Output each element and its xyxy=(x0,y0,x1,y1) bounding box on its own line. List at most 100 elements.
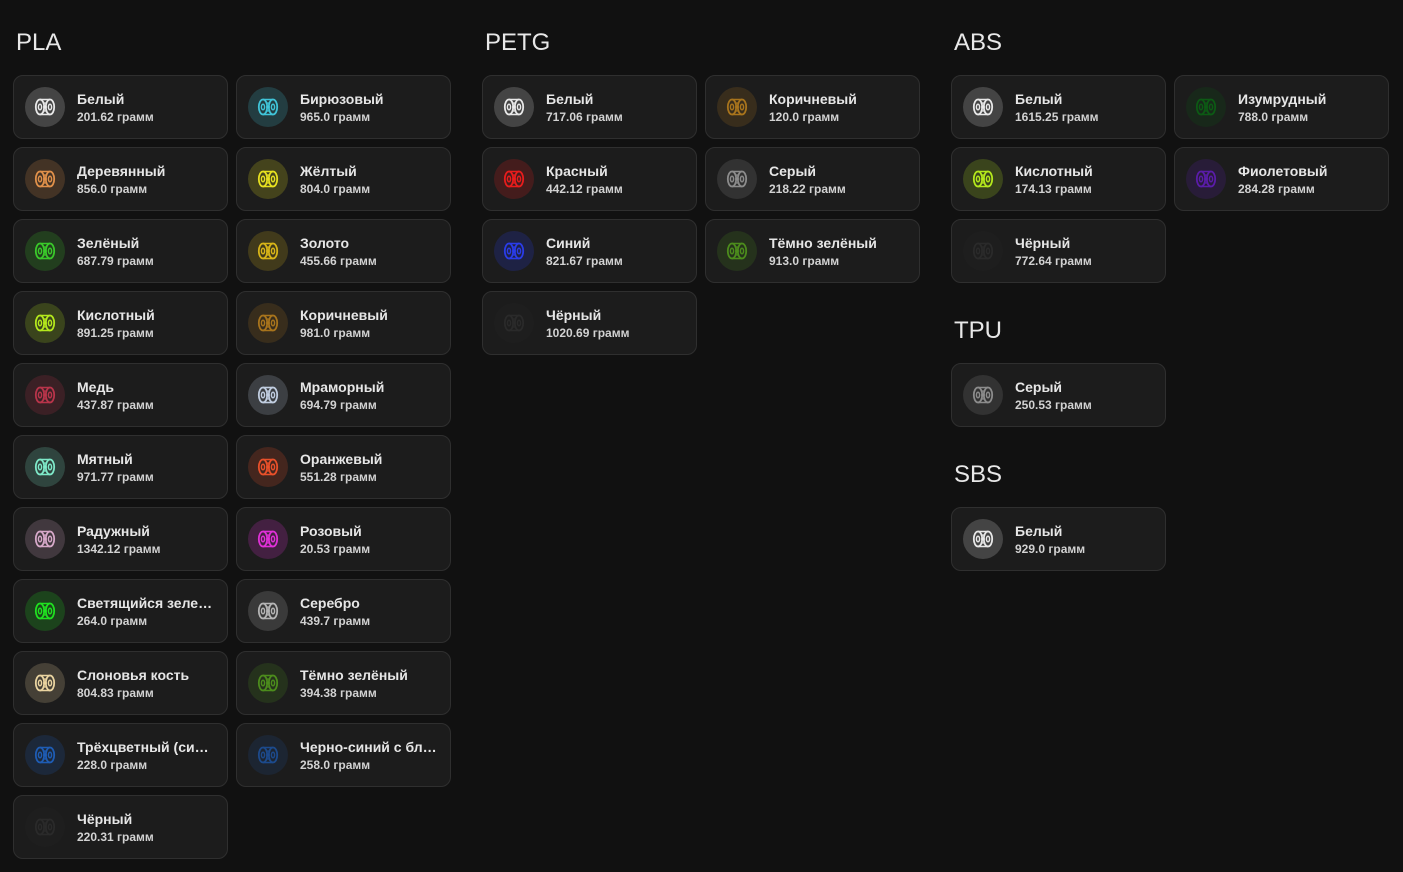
filament-card[interactable]: Чёрный 220.31 грамм xyxy=(13,795,228,859)
filament-card[interactable]: Белый 1615.25 грамм xyxy=(951,75,1166,139)
filament-card[interactable]: Коричневый 120.0 грамм xyxy=(705,75,920,139)
filament-name: Синий xyxy=(546,234,591,251)
filament-weight: 442.12 грамм xyxy=(546,181,623,196)
filament-card[interactable]: Тёмно зелёный 394.38 грамм xyxy=(236,651,451,715)
filament-spool-icon xyxy=(25,519,65,559)
filament-info: Изумрудный 788.0 грамм xyxy=(1238,90,1388,125)
filament-name: Кислотный xyxy=(77,306,155,323)
section-title-sbs: SBS xyxy=(954,461,1003,488)
section-title-petg: PETG xyxy=(485,29,551,56)
filament-card[interactable]: Синий 821.67 грамм xyxy=(482,219,697,283)
filament-info: Серый 218.22 грамм xyxy=(769,162,919,197)
filament-card[interactable]: Трёхцветный (синий) 228.0 грамм xyxy=(13,723,228,787)
filament-name: Жёлтый xyxy=(300,162,357,179)
filament-name: Красный xyxy=(546,162,608,179)
filament-card[interactable]: Белый 201.62 грамм xyxy=(13,75,228,139)
filament-card[interactable]: Зелёный 687.79 грамм xyxy=(13,219,228,283)
filament-card[interactable]: Кислотный 174.13 грамм xyxy=(951,147,1166,211)
filament-weight: 250.53 грамм xyxy=(1015,397,1092,412)
filament-name: Светящийся зеленый xyxy=(77,594,217,611)
filament-name: Деревянный xyxy=(77,162,166,179)
filament-card[interactable]: Мятный 971.77 грамм xyxy=(13,435,228,499)
filament-card[interactable]: Серый 218.22 грамм xyxy=(705,147,920,211)
filament-info: Радужный 1342.12 грамм xyxy=(77,522,227,557)
filament-card[interactable]: Красный 442.12 грамм xyxy=(482,147,697,211)
filament-spool-icon xyxy=(494,87,534,127)
filament-name: Бирюзовый xyxy=(300,90,384,107)
filament-card[interactable]: Слоновья кость 804.83 грамм xyxy=(13,651,228,715)
filament-name: Медь xyxy=(77,378,114,395)
filament-card[interactable]: Кислотный 891.25 грамм xyxy=(13,291,228,355)
filament-name: Белый xyxy=(546,90,594,107)
filament-card[interactable]: Коричневый 981.0 грамм xyxy=(236,291,451,355)
filament-info: Трёхцветный (синий) 228.0 грамм xyxy=(77,738,227,773)
filament-weight: 717.06 грамм xyxy=(546,109,623,124)
filament-weight: 228.0 грамм xyxy=(77,757,148,772)
filament-spool-icon xyxy=(248,519,288,559)
group-abs: Белый 1615.25 грамм Изумрудный 788.0 грамм К… xyxy=(951,75,1389,283)
section-title-tpu: TPU xyxy=(954,317,1002,344)
filament-name: Чёрный xyxy=(77,810,133,827)
filament-info: Красный 442.12 грамм xyxy=(546,162,696,197)
filament-weight: 971.77 грамм xyxy=(77,469,154,484)
filament-spool-icon xyxy=(248,375,288,415)
filament-info: Оранжевый 551.28 грамм xyxy=(300,450,450,485)
filament-card[interactable]: Чёрный 1020.69 грамм xyxy=(482,291,697,355)
filament-card[interactable]: Бирюзовый 965.0 грамм xyxy=(236,75,451,139)
filament-info: Коричневый 120.0 грамм xyxy=(769,90,919,125)
filament-spool-icon xyxy=(248,447,288,487)
group-petg: Белый 717.06 грамм Коричневый 120.0 грамм Кр… xyxy=(482,75,920,355)
filament-card[interactable]: Фиолетовый 284.28 грамм xyxy=(1174,147,1389,211)
filament-name: Слоновья кость xyxy=(77,666,190,683)
filament-name: Белый xyxy=(1015,90,1063,107)
filament-spool-icon xyxy=(248,159,288,199)
filament-info: Мраморный 694.79 грамм xyxy=(300,378,450,413)
filament-spool-icon xyxy=(717,159,757,199)
filament-weight: 220.31 грамм xyxy=(77,829,154,844)
filament-card[interactable]: Тёмно зелёный 913.0 грамм xyxy=(705,219,920,283)
filament-info: Слоновья кость 804.83 грамм xyxy=(77,666,227,701)
filament-info: Мятный 971.77 грамм xyxy=(77,450,227,485)
filament-spool-icon xyxy=(25,807,65,847)
filament-info: Чёрный 772.64 грамм xyxy=(1015,234,1165,269)
filament-weight: 174.13 грамм xyxy=(1015,181,1092,196)
filament-info: Розовый 20.53 грамм xyxy=(300,522,450,557)
filament-weight: 258.0 грамм xyxy=(300,757,371,772)
filament-card[interactable]: Оранжевый 551.28 грамм xyxy=(236,435,451,499)
filament-weight: 218.22 грамм xyxy=(769,181,846,196)
filament-card[interactable]: Белый 717.06 грамм xyxy=(482,75,697,139)
filament-name: Трёхцветный (синий) xyxy=(77,738,217,755)
filament-info: Белый 717.06 грамм xyxy=(546,90,696,125)
filament-card[interactable]: Изумрудный 788.0 грамм xyxy=(1174,75,1389,139)
section-title-abs: ABS xyxy=(954,29,1003,56)
filament-card[interactable]: Серебро 439.7 грамм xyxy=(236,579,451,643)
filament-info: Жёлтый 804.0 грамм xyxy=(300,162,450,197)
filament-card[interactable]: Жёлтый 804.0 грамм xyxy=(236,147,451,211)
filament-weight: 437.87 грамм xyxy=(77,397,154,412)
filament-name: Изумрудный xyxy=(1238,90,1327,107)
group-tpu: Серый 250.53 грамм xyxy=(951,363,1388,427)
filament-name: Фиолетовый xyxy=(1238,162,1328,179)
filament-info: Чёрный 1020.69 грамм xyxy=(546,306,696,341)
filament-spool-icon xyxy=(1186,159,1226,199)
filament-spool-icon xyxy=(248,591,288,631)
filament-card[interactable]: Серый 250.53 грамм xyxy=(951,363,1166,427)
filament-info: Белый 201.62 грамм xyxy=(77,90,227,125)
filament-card[interactable]: Медь 437.87 грамм xyxy=(13,363,228,427)
filament-card[interactable]: Черно-синий с блёстками 258.0 грамм xyxy=(236,723,451,787)
filament-card[interactable]: Светящийся зеленый 264.0 грамм xyxy=(13,579,228,643)
filament-card[interactable]: Мраморный 694.79 грамм xyxy=(236,363,451,427)
filament-name: Серый xyxy=(769,162,817,179)
filament-card[interactable]: Золото 455.66 грамм xyxy=(236,219,451,283)
filament-weight: 1615.25 грамм xyxy=(1015,109,1099,124)
filament-name: Зелёный xyxy=(77,234,140,251)
filament-spool-icon xyxy=(963,375,1003,415)
filament-card[interactable]: Деревянный 856.0 грамм xyxy=(13,147,228,211)
filament-card[interactable]: Радужный 1342.12 грамм xyxy=(13,507,228,571)
filament-spool-icon xyxy=(248,735,288,775)
filament-card[interactable]: Чёрный 772.64 грамм xyxy=(951,219,1166,283)
filament-card[interactable]: Розовый 20.53 грамм xyxy=(236,507,451,571)
filament-weight: 551.28 грамм xyxy=(300,469,377,484)
filament-card[interactable]: Белый 929.0 грамм xyxy=(951,507,1166,571)
filament-weight: 821.67 грамм xyxy=(546,253,623,268)
